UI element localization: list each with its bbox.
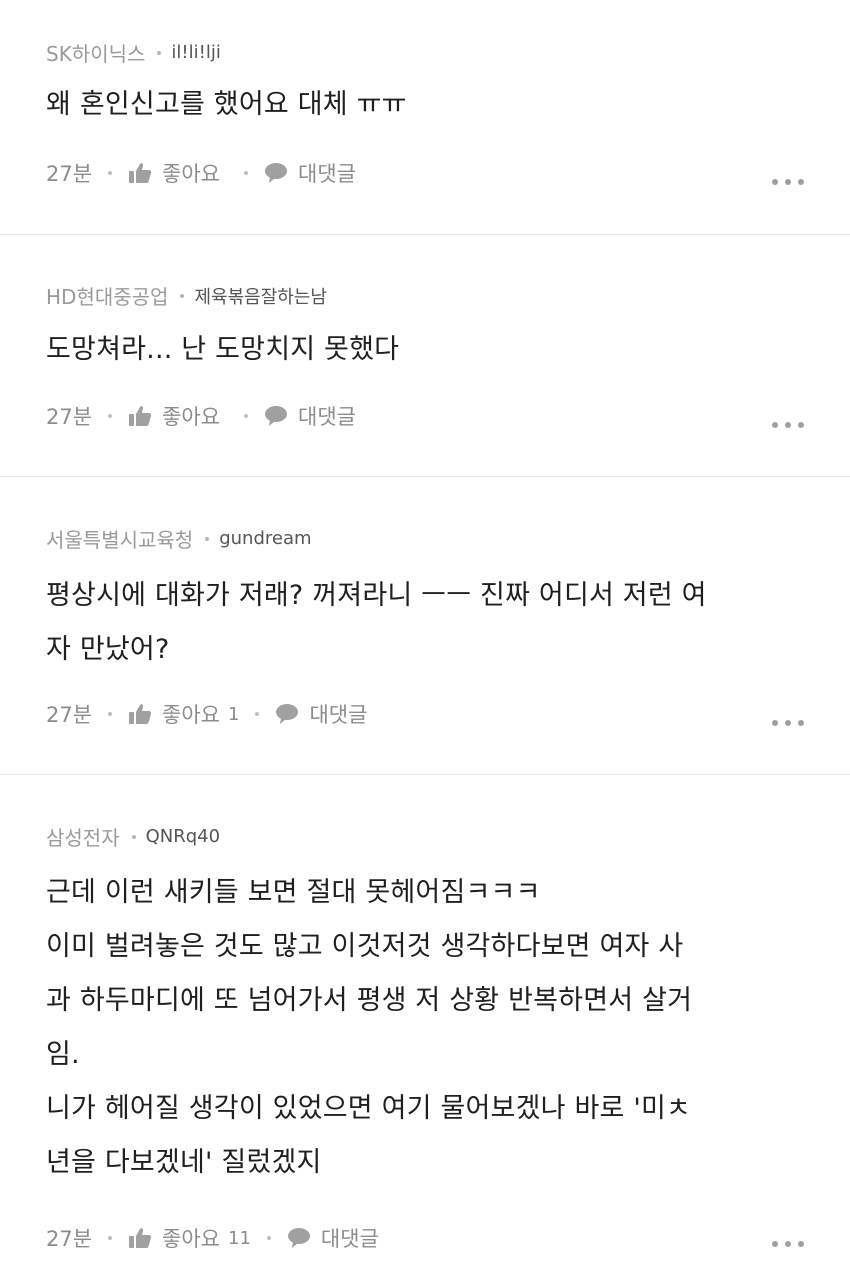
like-count: 11 xyxy=(228,1227,251,1249)
comment-actions: 27분 좋아요 대댓글 xyxy=(46,158,356,188)
thumbs-up-icon xyxy=(129,406,152,426)
separator-dot xyxy=(108,1236,113,1240)
comment-author: SK하이닉스 il!li!lji xyxy=(46,38,221,67)
comment-author: HD현대중공업 제육볶음잘하는남 xyxy=(46,281,327,310)
comment-author: 서울특별시교육청 gundream xyxy=(46,524,312,553)
like-button[interactable]: 좋아요 11 xyxy=(128,1223,251,1253)
reply-button[interactable]: 대댓글 xyxy=(287,1223,379,1253)
more-dot xyxy=(785,179,791,185)
reply-label: 대댓글 xyxy=(298,162,356,186)
author-company: SK하이닉스 xyxy=(46,42,146,66)
comment-time: 27분 xyxy=(46,703,93,727)
comment-text: 근데 이런 새키들 보면 절대 못헤어짐ㅋㅋㅋ 이미 벌려놓은 것도 많고 이것… xyxy=(46,877,693,1178)
author-company: 삼성전자 xyxy=(46,826,120,850)
more-dots-icon xyxy=(772,422,778,428)
reply-button[interactable]: 대댓글 xyxy=(275,699,367,729)
author-nickname[interactable]: il!li!lji xyxy=(171,42,220,63)
separator-dot xyxy=(266,1236,271,1240)
like-button[interactable]: 좋아요 xyxy=(128,401,228,431)
more-dot xyxy=(785,1241,791,1247)
more-options-button[interactable] xyxy=(772,422,804,428)
more-dots-icon xyxy=(772,179,778,185)
speech-bubble-icon xyxy=(276,704,299,724)
more-dot xyxy=(798,422,804,428)
comment-item: HD현대중공업 제육볶음잘하는남 도망쳐라... 난 도망치지 못했다 27분 … xyxy=(0,235,850,476)
like-button[interactable]: 좋아요 1 xyxy=(128,699,239,729)
comment-time: 27분 xyxy=(46,405,93,429)
thumbs-up-icon xyxy=(129,704,152,724)
reply-label: 대댓글 xyxy=(309,703,368,727)
more-dot xyxy=(798,1241,804,1247)
separator-dot xyxy=(157,50,162,55)
more-options-button[interactable] xyxy=(772,720,804,726)
more-dot xyxy=(798,720,804,726)
more-options-button[interactable] xyxy=(772,179,804,185)
speech-bubble-icon xyxy=(265,163,288,183)
separator-dot xyxy=(244,171,249,175)
comment-item: 삼성전자 QNRq40 근데 이런 새키들 보면 절대 못헤어짐ㅋㅋㅋ 이미 벌… xyxy=(0,775,850,1266)
comment-text: 평상시에 대화가 저래? 꺼져라니 ㅡㅡ 진짜 어디서 저런 여 자 만났어? xyxy=(46,580,707,665)
separator-dot xyxy=(180,293,185,298)
separator-dot xyxy=(108,414,113,418)
more-dots-icon xyxy=(772,1241,778,1247)
separator-dot xyxy=(205,536,210,541)
more-options-button[interactable] xyxy=(772,1241,804,1247)
speech-bubble-icon xyxy=(265,406,288,426)
comment-item: 서울특별시교육청 gundream 평상시에 대화가 저래? 꺼져라니 ㅡㅡ 진… xyxy=(0,477,850,774)
more-dot xyxy=(785,422,791,428)
more-dot xyxy=(798,179,804,185)
thumbs-up-icon xyxy=(129,163,152,183)
author-nickname[interactable]: 제육볶음잘하는남 xyxy=(194,283,326,309)
separator-dot xyxy=(255,712,260,716)
like-label: 좋아요 xyxy=(162,703,221,727)
comment-actions: 27분 좋아요 11 대댓글 xyxy=(46,1223,379,1253)
author-nickname[interactable]: gundream xyxy=(219,528,311,549)
separator-dot xyxy=(108,712,113,716)
comment-item: SK하이닉스 il!li!lji 왜 혼인신고를 했어요 대체 ㅠㅠ 27분 좋… xyxy=(0,0,850,234)
more-dots-icon xyxy=(772,720,778,726)
author-company: 서울특별시교육청 xyxy=(46,528,194,552)
like-count: 1 xyxy=(228,703,240,725)
separator-dot xyxy=(108,171,113,175)
author-company: HD현대중공업 xyxy=(46,285,169,309)
separator-dot xyxy=(244,414,249,418)
like-label: 좋아요 xyxy=(162,405,221,429)
comment-actions: 27분 좋아요 1 대댓글 xyxy=(46,699,367,729)
comment-time: 27분 xyxy=(46,162,93,186)
comment-actions: 27분 좋아요 대댓글 xyxy=(46,401,356,431)
comment-text: 도망쳐라... 난 도망치지 못했다 xyxy=(46,334,400,365)
author-nickname[interactable]: QNRq40 xyxy=(146,826,220,847)
separator-dot xyxy=(131,834,136,839)
reply-label: 대댓글 xyxy=(298,405,356,429)
like-label: 좋아요 xyxy=(162,162,221,186)
speech-bubble-icon xyxy=(287,1228,310,1248)
thumbs-up-icon xyxy=(129,1228,152,1248)
like-label: 좋아요 xyxy=(162,1227,221,1251)
reply-label: 대댓글 xyxy=(320,1227,379,1251)
reply-button[interactable]: 대댓글 xyxy=(264,158,356,188)
comment-author: 삼성전자 QNRq40 xyxy=(46,822,220,851)
reply-button[interactable]: 대댓글 xyxy=(264,401,356,431)
more-dot xyxy=(785,720,791,726)
comment-time: 27분 xyxy=(46,1227,93,1251)
comment-text: 왜 혼인신고를 했어요 대체 ㅠㅠ xyxy=(46,89,407,120)
like-button[interactable]: 좋아요 xyxy=(128,158,228,188)
